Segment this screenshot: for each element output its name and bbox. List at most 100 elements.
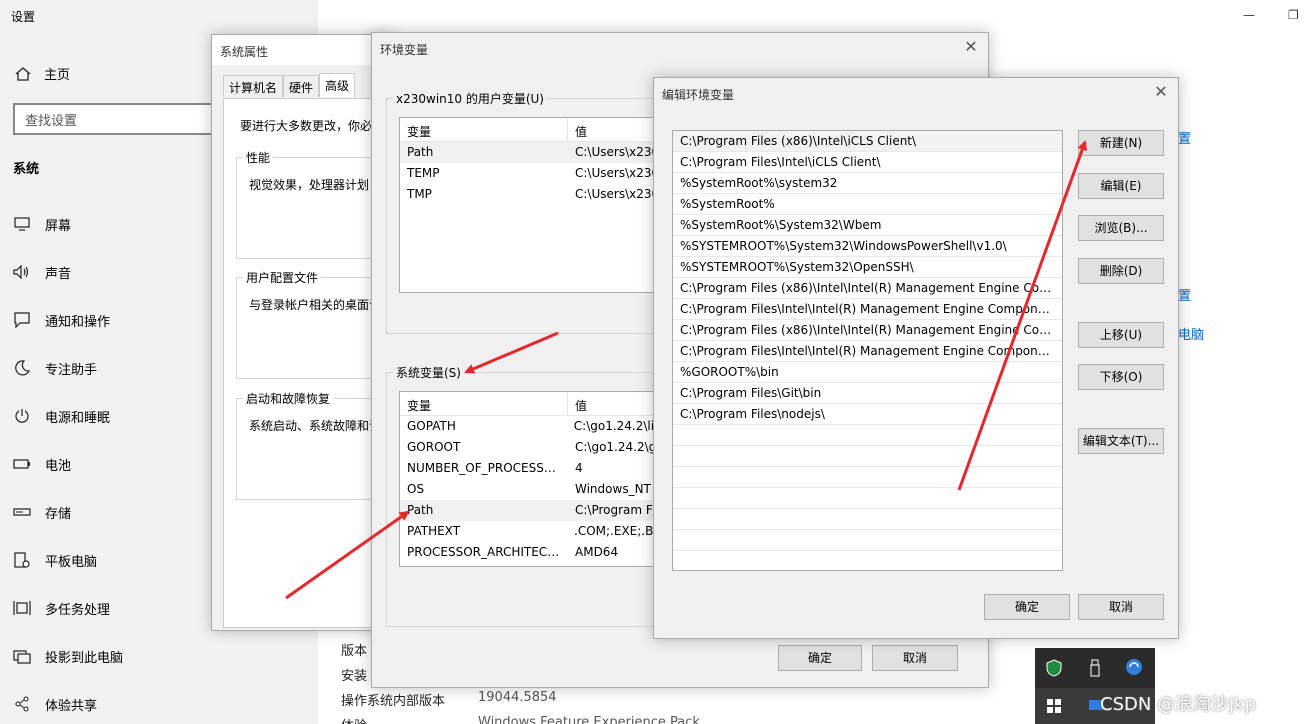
about-value: Windows Feature Experience Pack [478,715,700,724]
about-label: 版本 [341,644,368,659]
path-entry[interactable]: %SystemRoot% [673,194,1062,215]
col-variable[interactable]: 变量 [400,392,568,415]
empty-row[interactable] [673,446,1062,467]
path-entry[interactable]: %SYSTEMROOT%\System32\WindowsPowerShell\… [673,236,1062,257]
tab-computer-name[interactable]: 计算机名 [223,75,284,97]
minimize-button[interactable]: — [1243,8,1255,22]
nav-home[interactable]: 主页 [14,64,70,83]
system-variables-list[interactable]: 变量 值 GOPATH C:\go1.24.2\lib GOROOT C:\go1.… [399,391,669,567]
list-row[interactable]: GOROOT C:\go1.24.2\g [400,437,668,458]
nav-item-screen[interactable]: 屏幕 [12,212,71,236]
nav-item-focus[interactable]: 专注助手 [12,356,97,380]
edit-button[interactable]: 编辑(E) [1078,173,1164,199]
nav-item-label: 投影到此电脑 [45,650,124,666]
related-link[interactable]: 置 [1178,128,1191,147]
nav-item-power[interactable]: 电源和睡眠 [12,404,110,428]
var-name: TEMP [407,166,440,180]
path-entry[interactable]: %GOROOT%\bin [673,362,1062,383]
about-label: 安装 [341,669,368,684]
var-value: C:\Users\x230 [575,187,660,201]
list-row[interactable]: OS Windows_NT [400,479,668,500]
empty-row[interactable] [673,551,1062,570]
list-row[interactable]: TEMP C:\Users\x230 [400,163,668,184]
path-entry[interactable]: %SYSTEMROOT%\System32\OpenSSH\ [673,257,1062,278]
nav-item-battery[interactable]: 电池 [12,452,71,476]
close-icon[interactable]: ✕ [1152,83,1170,101]
delete-button[interactable]: 删除(D) [1078,258,1164,284]
nav-item-storage[interactable]: 存储 [12,500,71,524]
nav-item-label: 体验共享 [45,698,98,714]
empty-row[interactable] [673,467,1062,488]
new-button[interactable]: 新建(N) [1078,130,1164,156]
list-row[interactable]: PROCESSOR_ARCHITECT... AMD64 [400,542,668,563]
path-entry[interactable]: %SystemRoot%\System32\Wbem [673,215,1062,236]
usb-icon[interactable] [1088,659,1102,677]
cancel-button[interactable]: 取消 [872,645,958,671]
nav-item-label: 存储 [45,506,72,522]
about-row-version: 版本 [341,640,367,659]
group-desc: 视觉效果，处理器计划， [249,178,382,192]
settings-section-title: 系统 [13,162,40,177]
list-header: 变量 值 [400,392,668,416]
dialog-title: 编辑环境变量 [654,78,1178,108]
user-variables-list[interactable]: 变量 值 Path C:\Users\x230 TEMP C:\Users\x230… [399,117,669,293]
group-legend: 系统变量(S) [393,364,464,381]
path-entry[interactable]: C:\Program Files (x86)\Intel\iCLS Client… [673,131,1062,152]
path-entry[interactable]: C:\Program Files\Intel\iCLS Client\ [673,152,1062,173]
shield-icon[interactable] [1046,659,1062,677]
list-row[interactable]: NUMBER_OF_PROCESSORS 4 [400,458,668,479]
tablet-icon [12,551,32,569]
var-value: C:\go1.24.2\g [575,440,657,454]
close-icon[interactable]: ✕ [962,38,980,56]
group-desc: 系统启动、系统故障和调 [249,419,382,433]
list-row[interactable]: GOPATH C:\go1.24.2\lib [400,416,668,437]
battery-icon [12,455,32,473]
settings-title: 设置 [11,10,36,24]
restore-button[interactable]: ❐ [1288,8,1299,22]
nav-item-tablet[interactable]: 平板电脑 [12,548,97,572]
col-value[interactable]: 值 [568,392,594,415]
browse-button[interactable]: 浏览(B)... [1078,215,1164,241]
col-variable[interactable]: 变量 [400,118,568,141]
path-entry[interactable]: C:\Program Files\Intel\Intel(R) Manageme… [673,299,1062,320]
ok-button[interactable]: 确定 [778,645,862,671]
windows-start-icon[interactable] [1047,699,1061,713]
nav-item-multitask[interactable]: 多任务处理 [12,596,110,620]
path-entry[interactable]: C:\Program Files\nodejs\ [673,404,1062,425]
path-entry[interactable]: C:\Program Files (x86)\Intel\Intel(R) Ma… [673,320,1062,341]
list-row[interactable]: PATHEXT .COM;.EXE;.BA [400,521,668,542]
tab-hardware[interactable]: 硬件 [283,75,320,97]
path-entry[interactable]: C:\Program Files\Intel\Intel(R) Manageme… [673,341,1062,362]
empty-row[interactable] [673,530,1062,551]
edit-text-button[interactable]: 编辑文本(T)... [1078,428,1164,454]
nav-item-share[interactable]: 体验共享 [12,692,97,716]
var-value: C:\Users\x230 [575,145,660,159]
nav-item-label: 声音 [45,266,72,282]
var-name: GOPATH [407,419,456,433]
cancel-button[interactable]: 取消 [1078,594,1164,620]
list-row[interactable]: Path C:\Users\x230 [400,142,668,163]
var-name: TMP [407,187,432,201]
ok-button[interactable]: 确定 [984,594,1070,620]
path-entries-list[interactable]: C:\Program Files (x86)\Intel\iCLS Client… [672,130,1063,571]
move-up-button[interactable]: 上移(U) [1078,322,1164,348]
related-link[interactable]: 置 [1178,285,1191,304]
group-legend: x230win10 的用户变量(U) [393,90,547,107]
path-entry[interactable]: C:\Program Files\Git\bin [673,383,1062,404]
nav-item-label: 屏幕 [45,218,72,234]
move-down-button[interactable]: 下移(O) [1078,364,1164,390]
related-link[interactable]: 电脑 [1178,324,1204,343]
nav-item-sound[interactable]: 声音 [12,260,71,284]
empty-row[interactable] [673,425,1062,446]
path-entry[interactable]: %SystemRoot%\system32 [673,173,1062,194]
list-row-path[interactable]: Path C:\Program Fi [400,500,668,521]
empty-row[interactable] [673,509,1062,530]
col-value[interactable]: 值 [568,118,594,141]
nav-item-notifications[interactable]: 通知和操作 [12,308,110,332]
nav-item-project[interactable]: 投影到此电脑 [12,644,123,668]
sync-icon[interactable] [1125,658,1143,676]
list-row[interactable]: TMP C:\Users\x230 [400,184,668,205]
tab-advanced[interactable]: 高级 [319,73,356,97]
path-entry[interactable]: C:\Program Files (x86)\Intel\Intel(R) Ma… [673,278,1062,299]
empty-row[interactable] [673,488,1062,509]
